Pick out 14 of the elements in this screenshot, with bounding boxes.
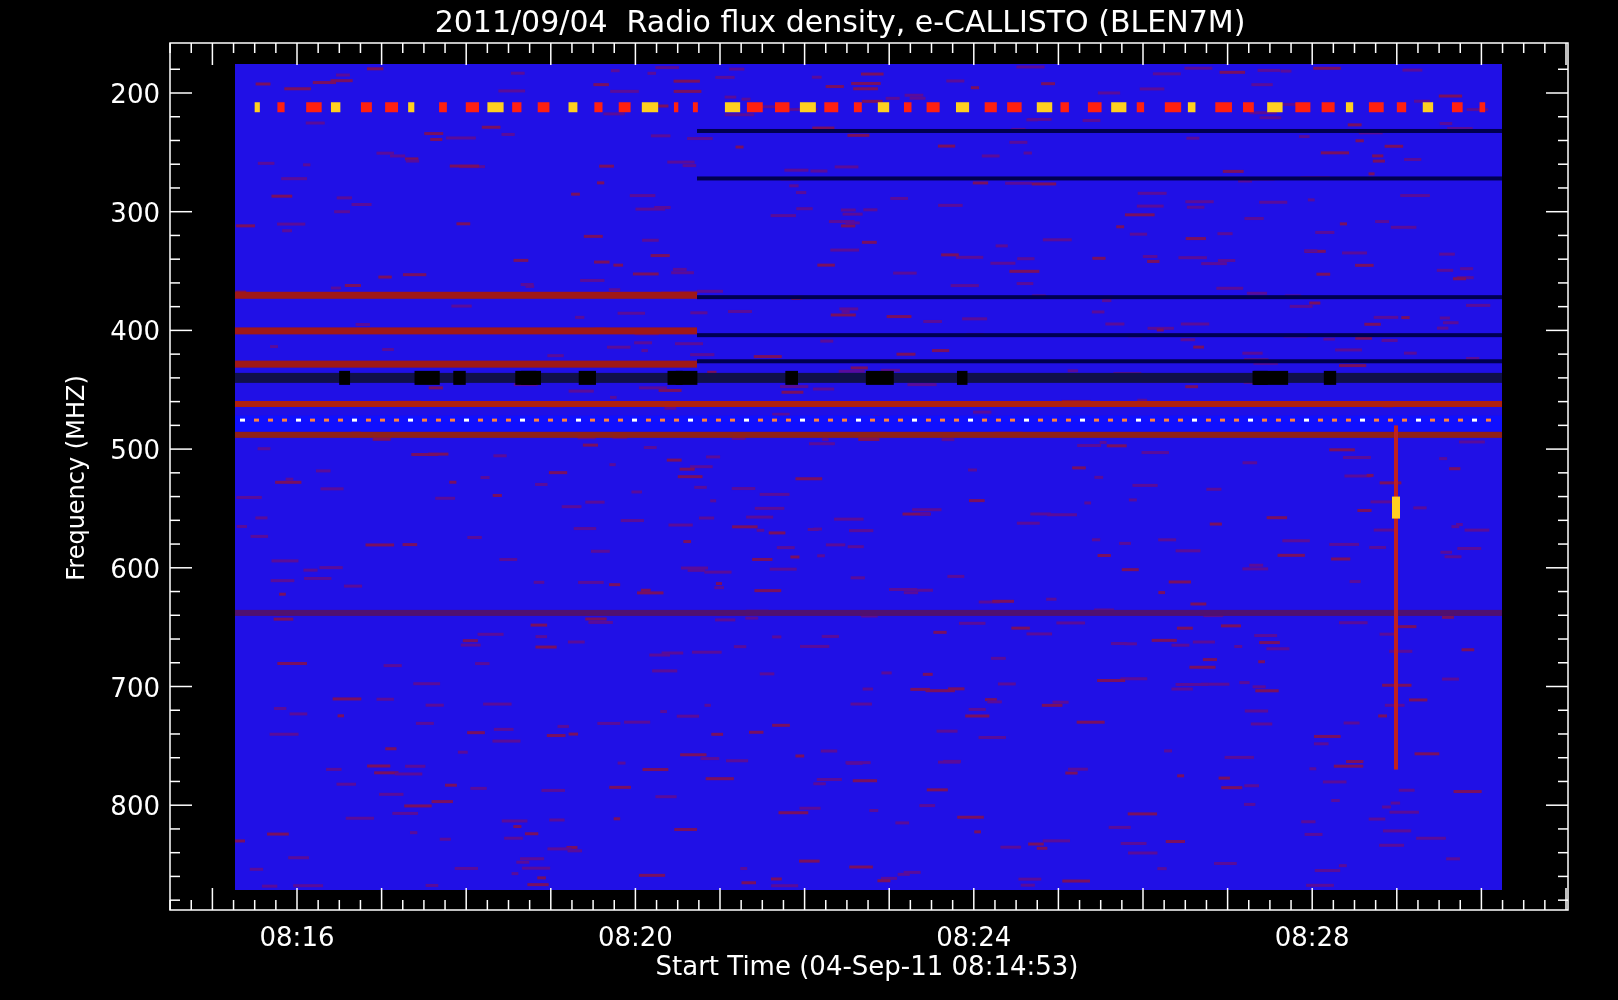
y-tick-label: 300 [110,197,160,228]
x-axis-label: Start Time (04-Sep-11 08:14:53) [655,951,1079,981]
y-tick-label: 800 [110,791,160,822]
y-tick-label: 500 [110,435,160,466]
x-tick-label: 08:24 [936,922,1012,952]
y-axis-label: Frequency (MHZ) [62,375,90,581]
y-tick-label: 200 [110,79,160,109]
x-tick-label: 08:16 [259,922,335,952]
y-tick-label: 600 [110,553,160,584]
y-tick-label: 700 [110,672,160,703]
y-tick-label: 400 [110,316,160,347]
chart-title: 2011/09/04 Radio flux density, e-CALLISTO (BLEN7M) [434,4,1246,39]
x-tick-label: 08:20 [597,922,673,952]
x-tick-label: 08:28 [1274,922,1350,952]
